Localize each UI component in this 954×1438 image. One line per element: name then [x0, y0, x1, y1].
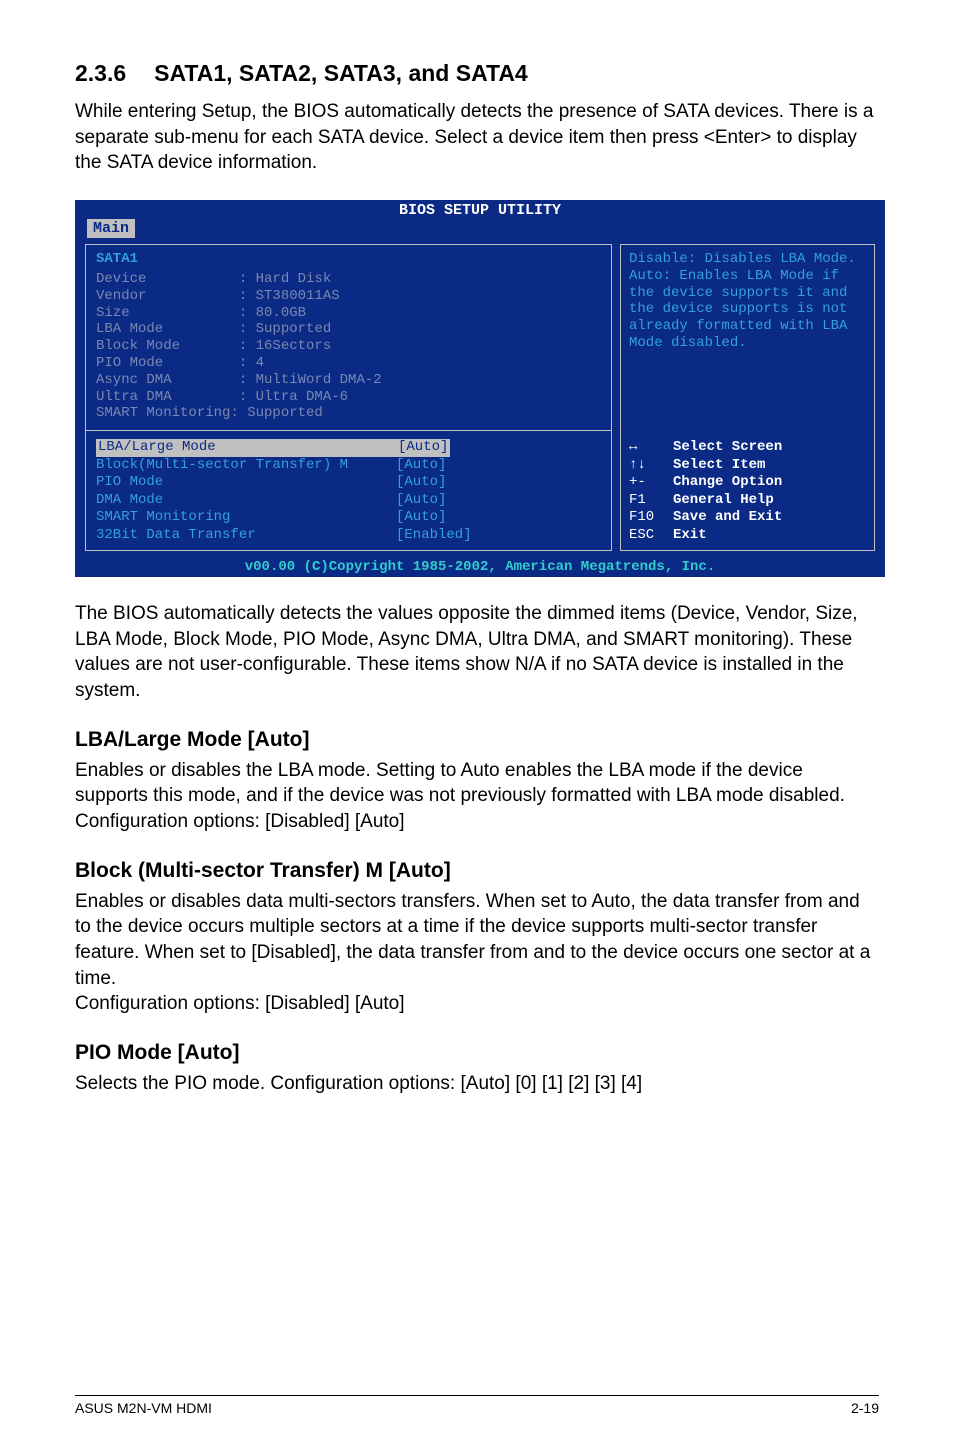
lba-body: Enables or disables the LBA mode. Settin… — [75, 758, 879, 835]
tab-main[interactable]: Main — [87, 219, 135, 238]
key-hints: ↔Select Screen ↑↓Select Item +-Change Op… — [629, 439, 866, 544]
dim-vendor: Vendor : ST380011AS — [96, 288, 601, 305]
footer-right: 2-19 — [851, 1400, 879, 1416]
option-value: [Auto] — [396, 492, 446, 510]
lba-heading: LBA/Large Mode [Auto] — [75, 728, 879, 752]
key-row: ↔Select Screen — [629, 439, 866, 457]
key-desc: Save and Exit — [673, 509, 782, 525]
option-label: DMA Mode — [96, 492, 396, 510]
option-row[interactable]: Block(Multi-sector Transfer) M [Auto] — [96, 457, 601, 475]
option-label: 32Bit Data Transfer — [96, 527, 396, 545]
option-label: SMART Monitoring — [96, 509, 396, 527]
section-heading: 2.3.6 SATA1, SATA2, SATA3, and SATA4 — [75, 60, 879, 87]
intro-text: While entering Setup, the BIOS automatic… — [75, 99, 879, 176]
option-row[interactable]: 32Bit Data Transfer [Enabled] — [96, 527, 601, 545]
dim-smart: SMART Monitoring: Supported — [96, 405, 601, 422]
dim-size: Size : 80.0GB — [96, 305, 601, 322]
option-value: [Enabled] — [396, 527, 472, 545]
footer-left: ASUS M2N-VM HDMI — [75, 1400, 212, 1416]
key-desc: General Help — [673, 492, 774, 508]
help-text: Disable: Disables LBA Mode. Auto: Enable… — [629, 251, 866, 439]
key-row: F10Save and Exit — [629, 509, 866, 527]
bios-screenshot: BIOS SETUP UTILITY Main SATA1 Device : H… — [75, 200, 885, 577]
dim-async: Async DMA : MultiWord DMA-2 — [96, 372, 601, 389]
option-row[interactable]: PIO Mode [Auto] — [96, 474, 601, 492]
key-row: F1General Help — [629, 492, 866, 510]
option-value: [Auto] — [396, 509, 446, 527]
sata-heading: SATA1 — [96, 251, 601, 267]
option-row[interactable]: SMART Monitoring [Auto] — [96, 509, 601, 527]
dim-lba: LBA Mode : Supported — [96, 321, 601, 338]
key-k: F1 — [629, 492, 673, 510]
option-selected-row[interactable]: LBA/Large Mode [Auto] — [96, 439, 601, 457]
option-label: PIO Mode — [96, 474, 396, 492]
option-value: [Auto] — [396, 474, 446, 492]
key-k: F10 — [629, 509, 673, 527]
key-k: ↑↓ — [629, 457, 673, 475]
bios-copyright: v00.00 (C)Copyright 1985-2002, American … — [75, 557, 885, 577]
dim-ultra: Ultra DMA : Ultra DMA-6 — [96, 389, 601, 406]
key-desc: Exit — [673, 527, 707, 543]
bios-tab-row: Main — [75, 219, 885, 238]
dim-device: Device : Hard Disk — [96, 271, 601, 288]
key-k: ESC — [629, 527, 673, 545]
key-k: +- — [629, 474, 673, 492]
selected-option-label: LBA/Large Mode — [96, 439, 396, 457]
key-desc: Change Option — [673, 474, 782, 490]
dim-pio: PIO Mode : 4 — [96, 355, 601, 372]
pio-body: Selects the PIO mode. Configuration opti… — [75, 1071, 879, 1097]
option-label: Block(Multi-sector Transfer) M — [96, 457, 396, 475]
block-body: Enables or disables data multi-sectors t… — [75, 889, 879, 1017]
key-row: ESCExit — [629, 527, 866, 545]
bios-title: BIOS SETUP UTILITY — [75, 200, 885, 219]
selected-option-value: [Auto] — [396, 439, 450, 457]
option-row[interactable]: DMA Mode [Auto] — [96, 492, 601, 510]
dim-block: Block Mode : 16Sectors — [96, 338, 601, 355]
key-row: +-Change Option — [629, 474, 866, 492]
pio-heading: PIO Mode [Auto] — [75, 1041, 879, 1065]
bios-body: SATA1 Device : Hard Disk Vendor : ST3800… — [75, 238, 885, 557]
block-heading: Block (Multi-sector Transfer) M [Auto] — [75, 859, 879, 883]
section-number: 2.3.6 — [75, 60, 126, 86]
key-k: ↔ — [629, 439, 673, 457]
post-bios-text: The BIOS automatically detects the value… — [75, 601, 879, 704]
key-desc: Select Screen — [673, 439, 782, 455]
section-title: SATA1, SATA2, SATA3, and SATA4 — [154, 60, 528, 86]
option-value: [Auto] — [396, 457, 446, 475]
bios-main-panel: SATA1 Device : Hard Disk Vendor : ST3800… — [85, 244, 612, 551]
bios-divider — [86, 430, 611, 431]
key-row: ↑↓Select Item — [629, 457, 866, 475]
bios-help-panel: Disable: Disables LBA Mode. Auto: Enable… — [620, 244, 875, 551]
page-footer: ASUS M2N-VM HDMI 2-19 — [75, 1395, 879, 1416]
key-desc: Select Item — [673, 457, 765, 473]
